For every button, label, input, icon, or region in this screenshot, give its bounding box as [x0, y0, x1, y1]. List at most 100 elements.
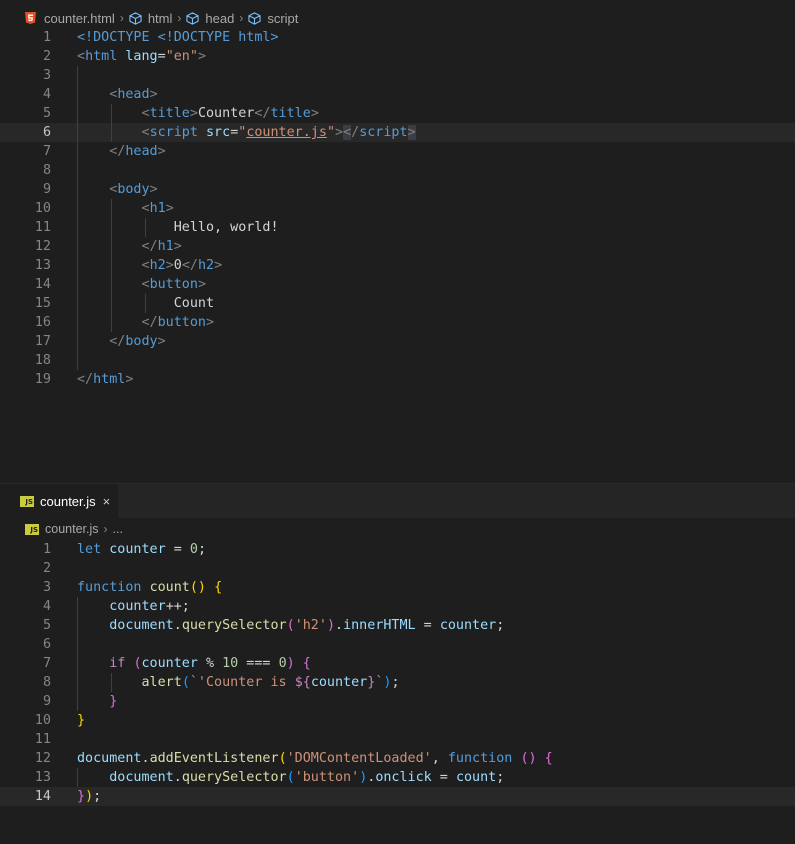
breadcrumb-file-label: counter.js — [45, 522, 99, 536]
code-line[interactable]: 10 <h1> — [0, 199, 795, 218]
code-line[interactable]: 3 — [0, 66, 795, 85]
line-number: 17 — [34, 334, 51, 349]
code-line[interactable]: 2 — [0, 559, 795, 578]
code-text: counter++; — [109, 599, 190, 614]
tab-counter-js[interactable]: JS counter.js × — [0, 484, 118, 518]
code-text: <h1> — [141, 201, 174, 216]
code-line[interactable]: 5 <title>Counter</title> — [0, 104, 795, 123]
code-line[interactable]: 4 <head> — [0, 85, 795, 104]
code-line[interactable]: 11 Hello, world! — [0, 218, 795, 237]
breadcrumb-segment-script[interactable]: script — [248, 11, 298, 26]
tab-bar: JS counter.js × — [0, 484, 795, 518]
code-line[interactable]: 12 document.addEventListener('DOMContentL… — [0, 749, 795, 768]
line-number: 7 — [42, 144, 51, 159]
code-line[interactable]: 3 function count() { — [0, 578, 795, 597]
line-number: 3 — [42, 68, 51, 83]
line-number: 16 — [34, 315, 51, 330]
line-number: 11 — [34, 220, 51, 235]
breadcrumb-file[interactable]: counter.html — [25, 11, 115, 26]
code-text: </head> — [109, 144, 166, 159]
code-line[interactable]: 14}); — [0, 787, 795, 806]
indent-guide — [77, 161, 78, 180]
breadcrumb-segment-label: html — [147, 10, 173, 26]
indent-guide — [77, 635, 78, 654]
code-line[interactable]: 4 counter++; — [0, 597, 795, 616]
line-number: 12 — [34, 239, 51, 254]
code-text: <script src="counter.js"></script> — [141, 125, 416, 140]
code-line[interactable]: 15 Count — [0, 294, 795, 313]
code-line[interactable]: 17 </body> — [0, 332, 795, 351]
indent-guide — [77, 351, 78, 370]
line-number: 11 — [34, 732, 51, 747]
code-text: Hello, world! — [173, 220, 279, 235]
code-line[interactable]: 7 </head> — [0, 142, 795, 161]
line-number: 2 — [42, 49, 51, 64]
html-editor-pane[interactable]: counter.html › html › head › script 1 <!D… — [0, 0, 795, 483]
cube-icon — [248, 11, 261, 25]
code-text: alert(`'Counter is ${counter}`); — [141, 675, 400, 690]
line-number: 6 — [42, 125, 51, 140]
code-text: document.querySelector('h2').innerHTML =… — [109, 618, 505, 633]
code-line[interactable]: 8 — [0, 161, 795, 180]
code-line[interactable]: 5 document.querySelector('h2').innerHTML… — [0, 616, 795, 635]
code-text: document.querySelector('button').onclick… — [109, 770, 505, 785]
code-line[interactable]: 8 alert(`'Counter is ${counter}`); — [0, 673, 795, 692]
code-text: <title>Counter</title> — [141, 106, 319, 121]
code-line[interactable]: 13 document.querySelector('button').oncl… — [0, 768, 795, 787]
code-line[interactable]: 6 — [0, 635, 795, 654]
line-number: 10 — [34, 713, 51, 728]
chevron-right-icon: › — [177, 11, 182, 25]
breadcrumb-file[interactable]: JS counter.js — [25, 522, 99, 536]
indent-guide — [77, 66, 78, 85]
code-line[interactable]: 13 <h2>0</h2> — [0, 256, 795, 275]
code-line[interactable]: 9 } — [0, 692, 795, 711]
code-line[interactable]: 7 if (counter % 10 === 0) { — [0, 654, 795, 673]
code-line[interactable]: 14 <button> — [0, 275, 795, 294]
line-number: 1 — [42, 30, 51, 45]
line-number: 4 — [42, 87, 51, 102]
line-number: 14 — [34, 277, 51, 292]
code-line[interactable]: 9 <body> — [0, 180, 795, 199]
close-icon[interactable]: × — [103, 494, 111, 509]
code-line[interactable]: 1 let counter = 0; — [0, 540, 795, 559]
code-text: let counter = 0; — [77, 542, 206, 557]
line-number: 12 — [34, 751, 51, 766]
code-text: </h1> — [141, 239, 182, 254]
breadcrumb-segment-head[interactable]: head — [186, 11, 234, 26]
line-number: 2 — [42, 561, 51, 576]
chevron-right-icon: › — [119, 11, 124, 25]
line-number: 4 — [42, 599, 51, 614]
code-line[interactable]: 2 <html lang="en"> — [0, 47, 795, 66]
line-number: 13 — [34, 258, 51, 273]
code-line[interactable]: 10} — [0, 711, 795, 730]
code-line[interactable]: 18 — [0, 351, 795, 370]
code-text: } — [77, 713, 86, 728]
line-number: 14 — [34, 789, 51, 804]
code-line[interactable]: 1 <!DOCTYPE <!DOCTYPE html> — [0, 28, 795, 47]
line-number: 9 — [42, 182, 51, 197]
line-number: 6 — [42, 637, 51, 652]
code-line[interactable]: 12 </h1> — [0, 237, 795, 256]
breadcrumb-segment-html[interactable]: html — [129, 10, 173, 26]
code-line[interactable]: 16 </button> — [0, 313, 795, 332]
code-line[interactable]: 6 <script src="counter.js"></script> — [0, 123, 795, 142]
code-text: <h2>0</h2> — [141, 258, 223, 273]
line-number: 5 — [42, 618, 51, 633]
code-area[interactable]: 1 let counter = 0; 2 3 function count() { 4 c… — [0, 540, 795, 806]
breadcrumb-file-label: counter.html — [44, 10, 115, 26]
code-line[interactable]: 19 </html> — [0, 370, 795, 389]
line-number: 13 — [34, 770, 51, 785]
line-number: 19 — [34, 372, 51, 387]
breadcrumb-segment-label: script — [267, 10, 299, 26]
line-number: 10 — [34, 201, 51, 216]
code-area[interactable]: 1 <!DOCTYPE <!DOCTYPE html> 2 <html lang="e… — [0, 28, 795, 389]
js-editor-pane[interactable]: JS counter.js × JS counter.js › ... 1 let… — [0, 483, 795, 844]
breadcrumb-more[interactable]: ... — [113, 522, 123, 536]
line-number: 3 — [42, 580, 51, 595]
tab-label: counter.js — [40, 493, 96, 509]
code-text: function count() { — [77, 580, 223, 595]
html5-file-icon — [25, 12, 36, 24]
code-line[interactable]: 11 — [0, 730, 795, 749]
code-text: </html> — [77, 372, 134, 387]
javascript-file-icon: JS — [20, 495, 34, 507]
